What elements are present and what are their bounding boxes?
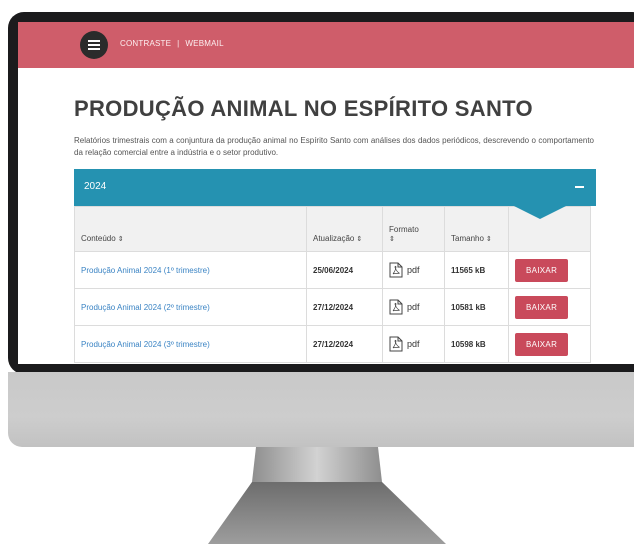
contrast-link[interactable]: CONTRASTE <box>120 39 171 48</box>
sort-icon[interactable]: ⇕ <box>356 236 362 243</box>
monitor-frame: CONTRASTE | WEBMAIL PRODUÇÃO ANIMAL NO ESP… <box>8 12 634 374</box>
file-size: 10598 kB <box>444 325 509 363</box>
collapse-icon[interactable] <box>575 186 584 188</box>
updated-date: 25/06/2024 <box>306 251 383 289</box>
top-nav: CONTRASTE | WEBMAIL <box>120 39 224 48</box>
pdf-file-icon <box>389 262 403 278</box>
file-size: 11565 kB <box>444 251 509 289</box>
column-header-content-label: Conteúdo <box>81 234 116 243</box>
format-cell: pdf <box>382 251 445 289</box>
pdf-file-icon <box>389 336 403 352</box>
format-cell: pdf <box>382 325 445 363</box>
table-row: Produção Animal 2024 (3º trimestre) 27/1… <box>74 325 591 363</box>
report-link[interactable]: Produção Animal 2024 (1º trimestre) <box>74 251 307 289</box>
column-header-content[interactable]: Conteúdo ⇕ <box>74 206 307 252</box>
webmail-link[interactable]: WEBMAIL <box>185 39 223 48</box>
updated-date: 27/12/2024 <box>306 288 383 326</box>
table-row: Produção Animal 2024 (2º trimestre) 27/1… <box>74 288 591 326</box>
page-description: Relatórios trimestrais com a conjuntura … <box>74 136 594 157</box>
pdf-file-icon <box>389 299 403 315</box>
format-label: pdf <box>407 265 420 275</box>
hamburger-menu-icon[interactable] <box>80 31 108 59</box>
action-cell: BAIXAR <box>508 288 591 326</box>
sort-icon[interactable]: ⇕ <box>486 236 492 243</box>
reports-table: Conteúdo ⇕ Atualização ⇕ Formato ⇕ Tamanho ⇕… <box>74 206 591 363</box>
column-header-updated-label: Atualização <box>313 234 355 243</box>
column-header-format-label: Formato <box>389 225 419 234</box>
report-link[interactable]: Produção Animal 2024 (3º trimestre) <box>74 325 307 363</box>
action-cell: BAIXAR <box>508 251 591 289</box>
format-label: pdf <box>407 339 420 349</box>
sort-icon[interactable]: ⇕ <box>118 236 124 243</box>
nav-separator: | <box>177 39 180 48</box>
format-cell: pdf <box>382 288 445 326</box>
download-button[interactable]: BAIXAR <box>515 295 569 319</box>
table-row: Produção Animal 2024 (1º trimestre) 25/0… <box>74 251 591 289</box>
column-header-size[interactable]: Tamanho ⇕ <box>444 206 509 252</box>
sort-icon[interactable]: ⇕ <box>389 236 395 243</box>
page-title: PRODUÇÃO ANIMAL NO ESPÍRITO SANTO <box>74 96 533 121</box>
top-bar: CONTRASTE | WEBMAIL <box>18 22 634 68</box>
accordion-pointer <box>514 206 566 219</box>
report-link[interactable]: Produção Animal 2024 (2º trimestre) <box>74 288 307 326</box>
column-header-updated[interactable]: Atualização ⇕ <box>306 206 383 252</box>
browser-screen: CONTRASTE | WEBMAIL PRODUÇÃO ANIMAL NO ESP… <box>18 22 634 364</box>
column-header-format[interactable]: Formato ⇕ <box>382 206 445 252</box>
accordion-year-label: 2024 <box>84 181 107 192</box>
monitor-stand <box>208 447 446 544</box>
download-button[interactable]: BAIXAR <box>515 258 569 282</box>
updated-date: 27/12/2024 <box>306 325 383 363</box>
column-header-size-label: Tamanho <box>451 234 484 243</box>
accordion-year-header[interactable]: 2024 <box>74 169 596 206</box>
download-button[interactable]: BAIXAR <box>515 332 569 356</box>
file-size: 10581 kB <box>444 288 509 326</box>
format-label: pdf <box>407 302 420 312</box>
monitor-chin <box>8 372 634 447</box>
action-cell: BAIXAR <box>508 325 591 363</box>
